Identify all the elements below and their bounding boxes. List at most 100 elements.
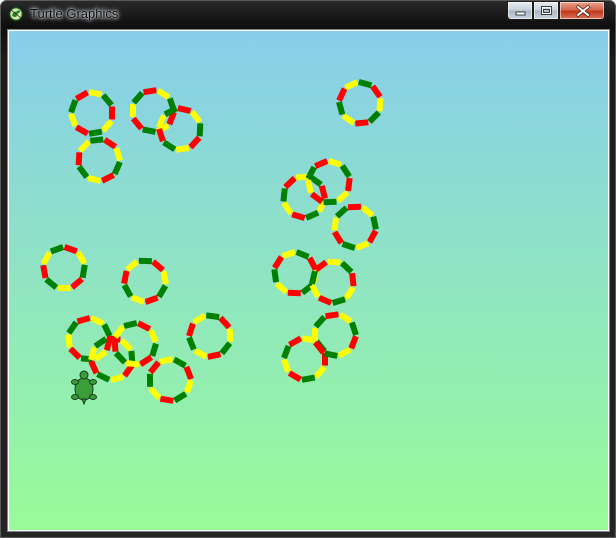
flower-ring [311,311,359,359]
pen-segment [77,139,92,153]
pen-segment [376,97,384,112]
turtle-icon [71,370,97,406]
pen-segment [304,209,320,221]
close-icon [575,4,591,18]
pen-segment [93,349,108,362]
pen-segment [75,152,83,166]
pen-segment [349,272,357,287]
pen-segment [76,164,90,179]
pen-segment [130,116,144,131]
pen-segment [186,322,196,337]
pen-segment [159,356,174,365]
pen-segment [325,311,339,320]
pen-segment [332,230,344,245]
pen-segment [272,255,285,270]
pen-segment [196,123,204,137]
pen-segment [100,118,114,133]
pen-segment [87,174,102,184]
python-turtle-icon[interactable] [8,6,24,22]
flower-ring [336,79,384,127]
pen-segment [348,335,359,350]
pen-segment [177,105,192,114]
pen-segment [40,264,49,279]
turtle-canvas[interactable] [9,31,608,530]
pen-segment [172,356,187,369]
flower-ring [75,136,123,184]
pen-segment [323,350,338,359]
pen-segment [274,281,289,295]
pen-segment [349,321,359,336]
pen-segment [280,188,288,202]
pen-segment [159,395,174,404]
pen-segment [189,109,203,124]
pen-segment [339,164,352,179]
flower-ring [68,89,115,137]
pen-segment [111,338,119,352]
pen-segment [205,312,220,321]
pen-segment [113,350,128,365]
pen-segment [123,320,138,329]
pen-segment [93,336,108,349]
pen-segment [112,324,126,340]
pen-segment [49,244,65,255]
pen-segment [291,211,306,221]
pen-segment [331,217,340,231]
pen-segment [70,276,84,290]
close-button[interactable] [559,1,605,20]
pen-segment [313,259,329,273]
pen-segment [103,137,118,150]
pen-segment [173,391,188,404]
pen-segment [44,276,59,290]
pen-segment [313,365,327,379]
pen-segment [88,360,100,375]
pen-segment [281,201,294,216]
pen-segment [136,320,152,332]
pen-segment [183,365,194,381]
pen-segment [308,174,323,188]
pen-segment [288,335,303,348]
flower-ring [146,356,194,404]
flower-ring [40,244,88,291]
flower-ring [186,312,234,360]
pen-segment [219,341,233,356]
pen-segment [89,136,104,144]
pen-segment [144,294,159,305]
pen-segment [88,89,103,98]
pen-segment [334,205,349,219]
pen-segment [40,251,53,266]
pen-segment [79,264,88,279]
pen-segment [301,374,316,383]
pen-segment [63,244,78,255]
pen-segment [148,386,162,400]
pen-segment [90,315,105,327]
pen-segment [101,323,113,338]
title-bar[interactable]: Turtle Graphics [0,0,616,28]
pen-segment [156,284,169,299]
pen-segment [113,147,123,162]
minimize-button[interactable] [507,1,533,20]
pen-segment [344,79,359,91]
pen-segment [271,268,280,283]
pen-segment [130,294,146,305]
pen-segment [111,160,123,176]
turtle-graphics-window: Turtle Graphics [0,0,616,538]
window-title: Turtle Graphics [30,6,119,21]
pen-segment [370,215,379,230]
pen-segment [335,190,350,204]
pen-segment [88,128,103,137]
pen-segment [193,347,208,360]
pen-segment [122,363,135,378]
canvas-frame [7,29,610,532]
flower-ring [331,203,379,251]
pen-segment [160,270,169,285]
pen-segment [156,127,166,143]
drawing-layer [40,79,384,406]
pen-segment [355,119,369,127]
pen-segment [309,270,318,285]
pen-segment [338,312,353,324]
pen-segment [68,99,79,114]
maximize-button[interactable] [533,1,559,20]
pen-segment [148,360,161,375]
pen-segment [358,79,373,89]
pen-segment [66,320,79,335]
